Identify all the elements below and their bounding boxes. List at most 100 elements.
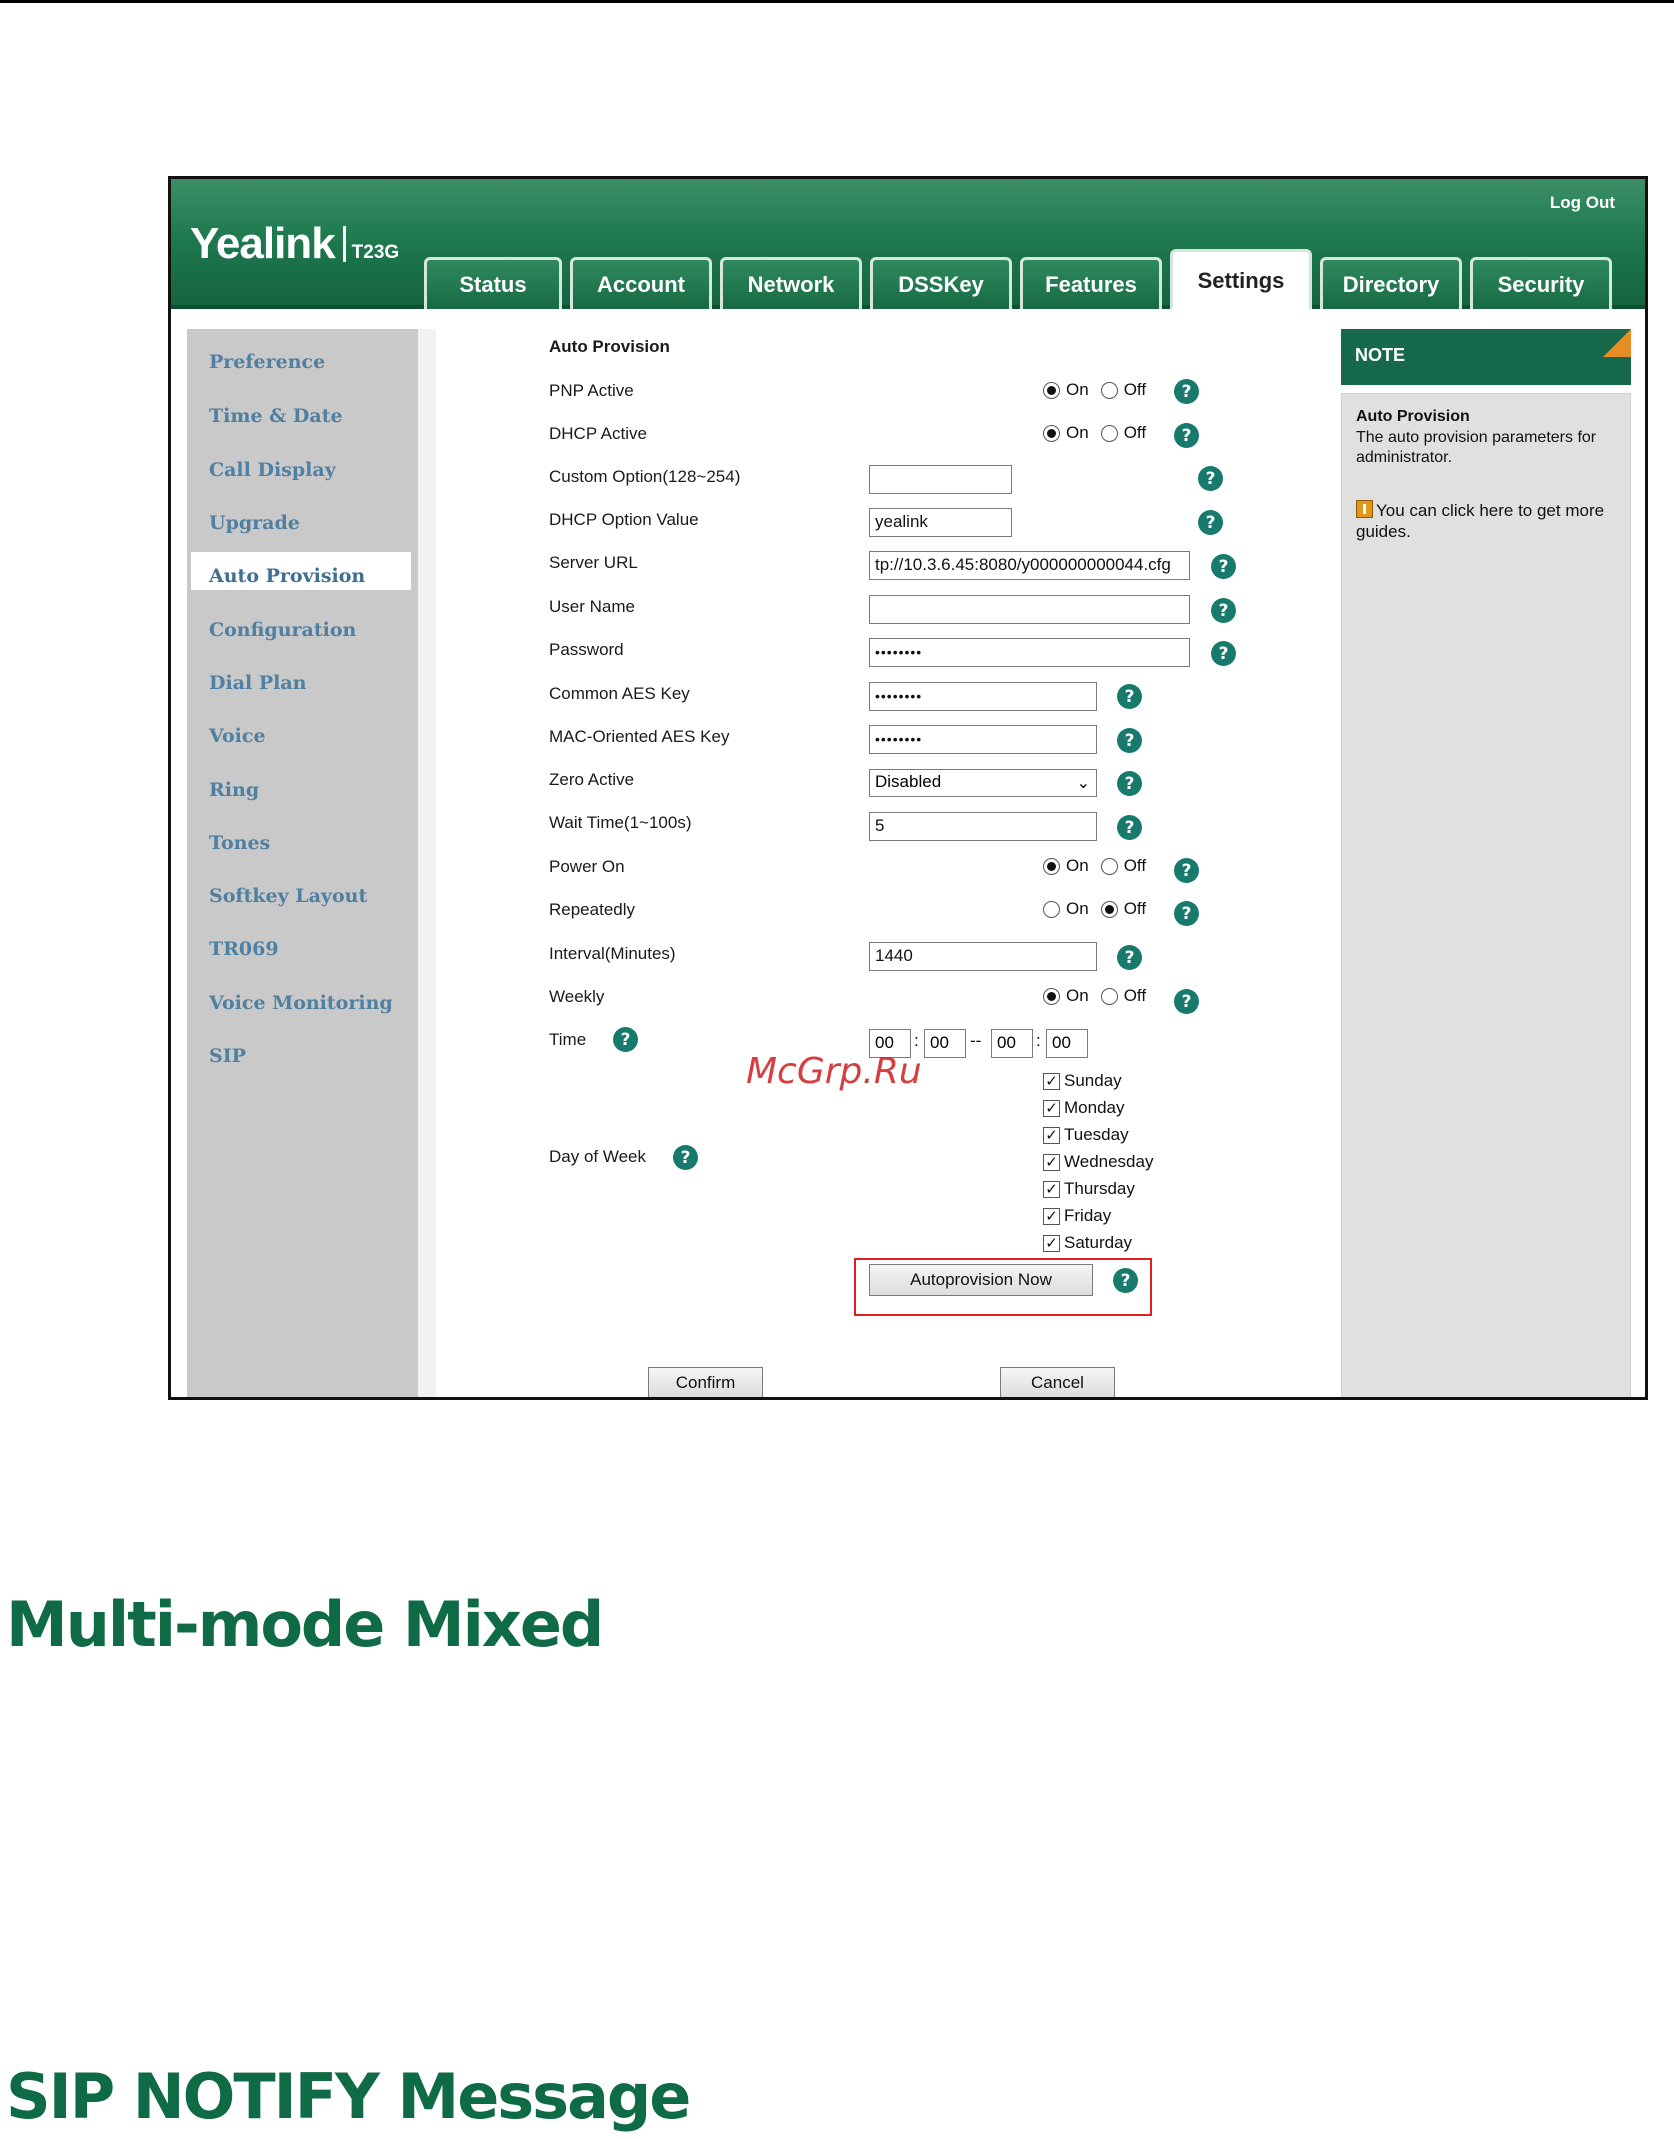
dhcp-option-value-input[interactable]: yealink xyxy=(869,508,1012,537)
sidebar-item-sip[interactable]: SIP xyxy=(209,1045,246,1067)
help-icon[interactable]: ? xyxy=(1211,641,1236,666)
page-top-rule xyxy=(0,0,1674,3)
day-checkbox-sunday[interactable]: ✓ Sunday xyxy=(1043,1071,1122,1091)
day-checkbox-thursday[interactable]: ✓ Thursday xyxy=(1043,1179,1135,1199)
dhcp-active-label: DHCP Active xyxy=(549,424,647,443)
zero-active-select[interactable]: Disabled ⌄ xyxy=(869,769,1097,797)
check-icon[interactable]: ✓ xyxy=(1043,1153,1060,1171)
sidebar-item-time-date[interactable]: Time & Date xyxy=(209,405,343,427)
check-icon[interactable]: ✓ xyxy=(1043,1126,1060,1144)
help-icon[interactable]: ? xyxy=(1113,1268,1138,1293)
weekly-off-radio[interactable] xyxy=(1100,987,1118,1005)
time-end-hour-input[interactable]: 00 xyxy=(991,1029,1033,1058)
repeatedly-on-radio[interactable] xyxy=(1043,900,1060,918)
mac-aes-key-input[interactable]: •••••••• xyxy=(869,725,1097,754)
check-icon[interactable]: ✓ xyxy=(1043,1180,1060,1198)
pnp-active-on-label: On xyxy=(1066,380,1089,399)
help-icon[interactable]: ? xyxy=(613,1027,638,1052)
check-icon[interactable]: ✓ xyxy=(1043,1234,1060,1252)
day-label: Sunday xyxy=(1064,1071,1122,1090)
power-on-on-radio[interactable] xyxy=(1043,857,1060,875)
confirm-button[interactable]: Confirm xyxy=(648,1367,763,1397)
common-aes-key-input[interactable]: •••••••• xyxy=(869,682,1097,711)
help-icon[interactable]: ? xyxy=(1117,728,1142,753)
sidebar-item-voice[interactable]: Voice xyxy=(209,725,266,747)
repeatedly-off-radio[interactable] xyxy=(1100,900,1118,918)
power-on-off-radio[interactable] xyxy=(1100,857,1118,875)
check-icon[interactable]: ✓ xyxy=(1043,1207,1060,1225)
help-icon[interactable]: ? xyxy=(1211,598,1236,623)
help-icon[interactable]: ? xyxy=(1198,466,1223,491)
dhcp-option-value-label: DHCP Option Value xyxy=(549,510,699,529)
interval-label: Interval(Minutes) xyxy=(549,944,676,963)
user-name-input[interactable] xyxy=(869,595,1190,624)
time-end-minute-input[interactable]: 00 xyxy=(1046,1029,1088,1058)
screenshot-frame: Yealink T23G Log Out Status Account Netw… xyxy=(168,176,1648,1400)
help-icon[interactable]: ? xyxy=(1174,901,1199,926)
tab-account[interactable]: Account xyxy=(570,257,712,309)
sidebar-item-voice-monitoring[interactable]: Voice Monitoring xyxy=(209,992,393,1014)
day-label: Monday xyxy=(1064,1098,1125,1117)
custom-option-input[interactable] xyxy=(869,465,1012,494)
power-on-off-label: Off xyxy=(1123,856,1147,875)
tab-directory[interactable]: Directory xyxy=(1320,257,1462,309)
sidebar-item-dial-plan[interactable]: Dial Plan xyxy=(209,672,306,694)
sidebar-item-tones[interactable]: Tones xyxy=(209,832,270,854)
help-icon[interactable]: ? xyxy=(1174,379,1199,404)
day-checkbox-saturday[interactable]: ✓ Saturday xyxy=(1043,1233,1132,1253)
help-icon[interactable]: ? xyxy=(1117,945,1142,970)
wait-time-input[interactable]: 5 xyxy=(869,812,1097,841)
day-checkbox-friday[interactable]: ✓ Friday xyxy=(1043,1206,1111,1226)
server-url-input[interactable]: tp://10.3.6.45:8080/y000000000044.cfg xyxy=(869,551,1190,580)
pnp-active-off-radio[interactable] xyxy=(1100,381,1118,399)
dhcp-active-off-radio[interactable] xyxy=(1100,424,1118,442)
interval-input[interactable]: 1440 xyxy=(869,942,1097,971)
note-link-text: You can click here to get more guides. xyxy=(1356,501,1605,541)
wait-time-label: Wait Time(1~100s) xyxy=(549,813,692,832)
note-panel: Auto Provision The auto provision parame… xyxy=(1341,393,1631,1397)
help-icon[interactable]: ? xyxy=(1174,989,1199,1014)
sidebar-item-upgrade[interactable]: Upgrade xyxy=(209,512,300,534)
tab-status[interactable]: Status xyxy=(424,257,562,309)
tab-features[interactable]: Features xyxy=(1020,257,1162,309)
day-checkbox-monday[interactable]: ✓ Monday xyxy=(1043,1098,1124,1118)
note-corner xyxy=(1603,329,1631,357)
tab-security[interactable]: Security xyxy=(1470,257,1612,309)
tab-dsskey[interactable]: DSSKey xyxy=(870,257,1012,309)
help-icon[interactable]: ? xyxy=(1117,815,1142,840)
sidebar-item-call-display[interactable]: Call Display xyxy=(209,459,336,481)
time-start-minute-input[interactable]: 00 xyxy=(924,1029,966,1058)
section-heading-multi-mode: Multi-mode Mixed xyxy=(6,1588,604,1661)
help-icon[interactable]: ? xyxy=(1198,510,1223,535)
help-icon[interactable]: ? xyxy=(673,1145,698,1170)
sidebar-item-preference[interactable]: Preference xyxy=(209,351,325,373)
check-icon[interactable]: ✓ xyxy=(1043,1099,1060,1117)
note-guide-link[interactable]: You can click here to get more guides. xyxy=(1356,500,1621,542)
pnp-active-on-radio[interactable] xyxy=(1043,381,1060,399)
sidebar-item-softkey-layout[interactable]: Softkey Layout xyxy=(209,885,367,907)
sidebar-item-auto-provision[interactable]: Auto Provision xyxy=(209,565,365,587)
tab-settings[interactable]: Settings xyxy=(1170,249,1312,309)
check-icon[interactable]: ✓ xyxy=(1043,1072,1060,1090)
logout-link[interactable]: Log Out xyxy=(1550,193,1615,213)
repeatedly-radio-group: On Off xyxy=(1043,899,1152,919)
day-label: Tuesday xyxy=(1064,1125,1129,1144)
weekly-on-radio[interactable] xyxy=(1043,987,1060,1005)
tab-network[interactable]: Network xyxy=(720,257,862,309)
help-icon[interactable]: ? xyxy=(1174,858,1199,883)
day-of-week-label: Day of Week xyxy=(549,1147,647,1166)
help-icon[interactable]: ? xyxy=(1174,423,1199,448)
help-icon[interactable]: ? xyxy=(1211,554,1236,579)
help-icon[interactable]: ? xyxy=(1117,684,1142,709)
help-icon[interactable]: ? xyxy=(1117,771,1142,796)
sidebar-item-ring[interactable]: Ring xyxy=(209,779,259,801)
day-checkbox-tuesday[interactable]: ✓ Tuesday xyxy=(1043,1125,1129,1145)
day-checkbox-wednesday[interactable]: ✓ Wednesday xyxy=(1043,1152,1153,1172)
sidebar-item-tr069[interactable]: TR069 xyxy=(209,938,279,960)
autoprovision-now-button[interactable]: Autoprovision Now xyxy=(869,1264,1093,1296)
sidebar-item-configuration[interactable]: Configuration xyxy=(209,619,356,641)
password-input[interactable]: •••••••• xyxy=(869,638,1190,667)
dhcp-active-on-radio[interactable] xyxy=(1043,424,1060,442)
power-on-label: Power On xyxy=(549,857,625,876)
cancel-button[interactable]: Cancel xyxy=(1000,1367,1115,1397)
